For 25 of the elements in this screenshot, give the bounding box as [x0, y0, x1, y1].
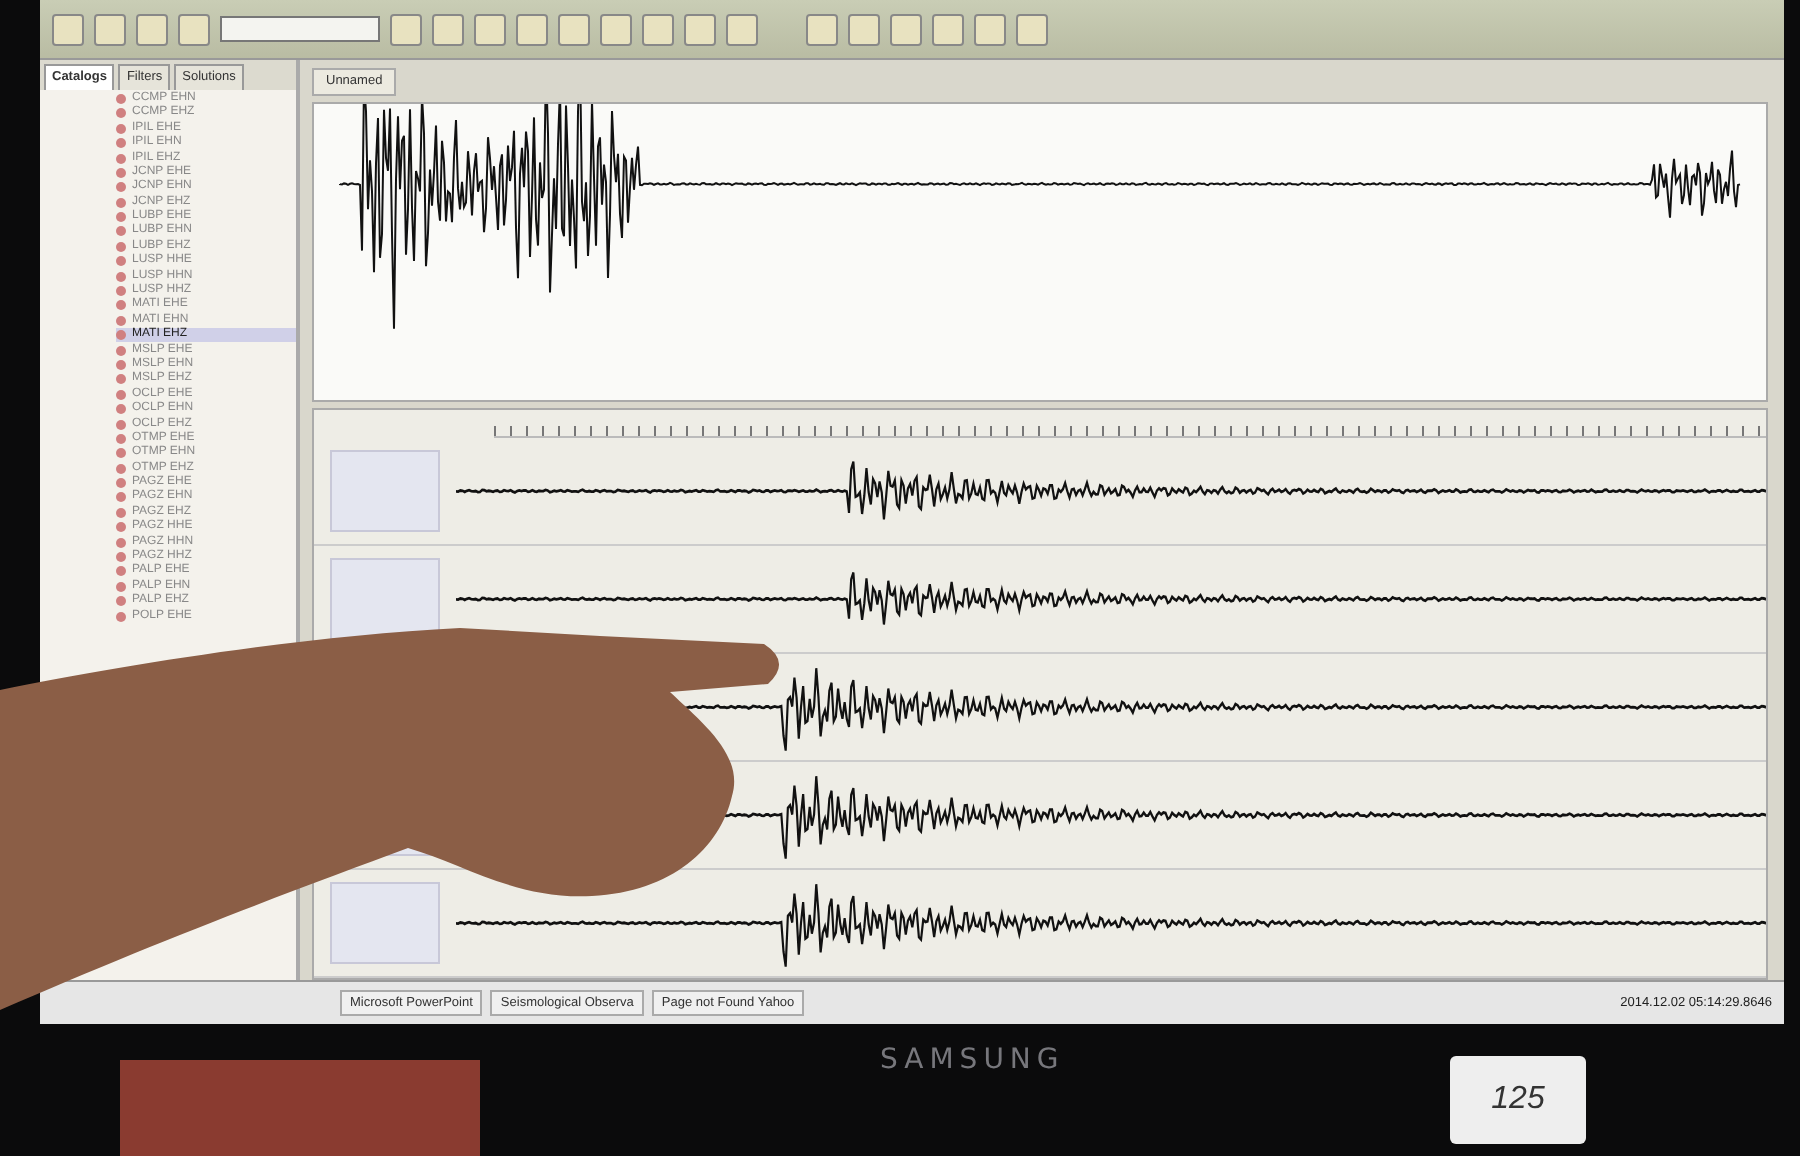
toolbar-icon[interactable] — [516, 13, 548, 45]
channel-label-box — [330, 449, 440, 532]
toolbar-icon[interactable] — [890, 13, 922, 45]
monitor-brand: SAMSUNG — [880, 1042, 1065, 1080]
toolbar-icon[interactable] — [642, 13, 674, 45]
time-field[interactable] — [220, 16, 380, 42]
toolbar-icon[interactable] — [600, 13, 632, 45]
toolbar-icon[interactable] — [684, 13, 716, 45]
toolbar-icon[interactable] — [932, 13, 964, 45]
toolbar-icon[interactable] — [974, 13, 1006, 45]
toolbar-icon[interactable] — [390, 13, 422, 45]
toolbar-icon[interactable] — [848, 13, 880, 45]
toolbar-icon[interactable] — [136, 13, 168, 45]
toolbar-icon[interactable] — [432, 13, 464, 45]
toolbar-icon[interactable] — [558, 13, 590, 45]
sticker: 125 — [1450, 1056, 1586, 1144]
toolbar-icon[interactable] — [474, 13, 506, 45]
toolbar-icon[interactable] — [806, 13, 838, 45]
toolbar-icon[interactable] — [1016, 13, 1048, 45]
toolbar-icon[interactable] — [94, 13, 126, 45]
channel-label-box — [330, 881, 440, 964]
toolbar-icon[interactable] — [726, 13, 758, 45]
toolbar-icon[interactable] — [178, 13, 210, 45]
channel-label-box — [330, 557, 440, 640]
toolbar-icon[interactable] — [52, 13, 84, 45]
